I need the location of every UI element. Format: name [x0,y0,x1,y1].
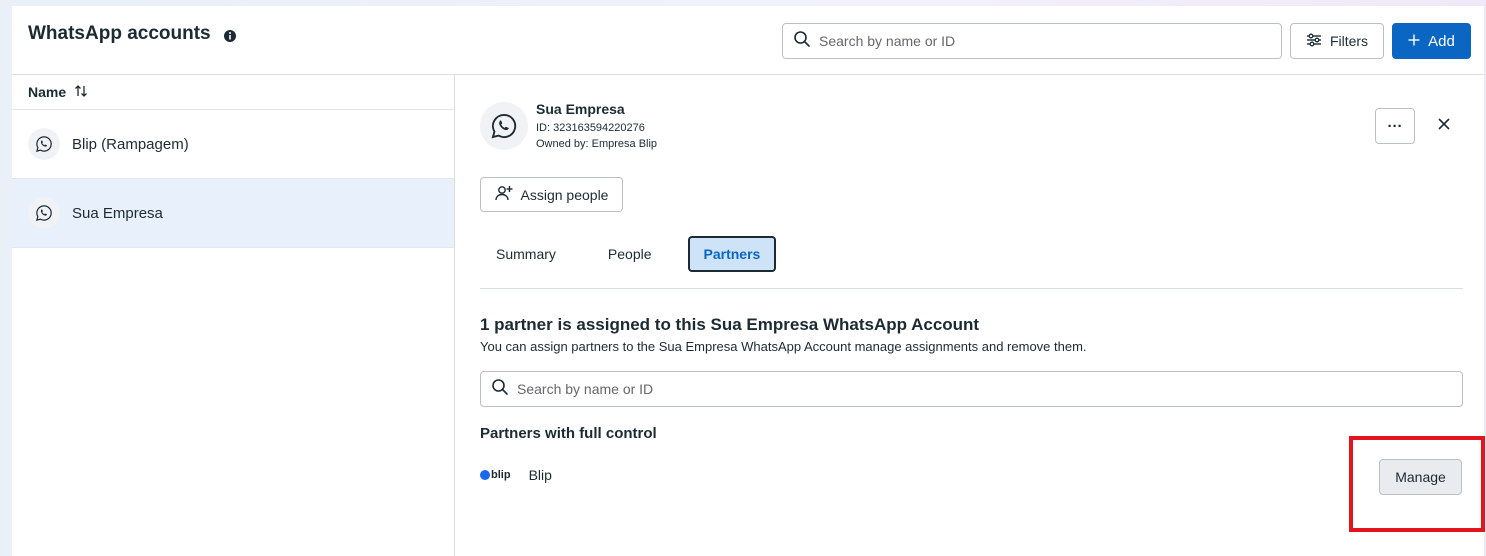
tab-partners[interactable]: Partners [687,236,777,272]
accounts-search-input[interactable] [819,33,1281,49]
partner-row: blip Blip [480,467,552,483]
account-owner: Owned by: Empresa Blip [536,138,658,150]
assign-people-label: Assign people [520,186,609,203]
name-column-label: Name [28,84,67,100]
detail-tabs: Summary People Partners [480,236,777,272]
whatsapp-icon [28,128,60,160]
add-person-icon [494,185,513,204]
account-detail-panel: Sua Empresa ID: 323163594220276 Owned by… [456,75,1484,556]
search-icon [491,378,509,401]
whatsapp-icon [28,197,60,229]
name-column-header[interactable]: Name [12,75,454,110]
list-item[interactable]: Sua Empresa [12,179,454,248]
search-icon [793,30,811,53]
app-window: WhatsApp accounts Filters Add Nam [12,6,1484,556]
close-button[interactable] [1430,111,1458,139]
page-title: WhatsApp accounts [28,23,237,45]
account-id: ID: 323163594220276 [536,122,645,134]
sort-icon[interactable] [74,84,88,101]
add-label: Add [1428,32,1455,50]
blip-logo-mark [480,470,490,480]
page-title-text: WhatsApp accounts [28,23,211,44]
partners-search-box[interactable] [480,371,1463,407]
full-control-title: Partners with full control [480,425,657,442]
tab-summary[interactable]: Summary [480,236,572,272]
filters-label: Filters [1329,33,1369,49]
assign-people-button[interactable]: Assign people [480,177,623,212]
list-item-label: Blip (Rampagem) [72,135,189,153]
close-icon [1437,117,1451,134]
plus-icon [1408,33,1420,50]
tab-people[interactable]: People [592,236,668,272]
add-button[interactable]: Add [1392,23,1471,59]
filters-icon [1306,33,1322,50]
partners-search-input[interactable] [517,381,1462,397]
partners-section-description: You can assign partners to the Sua Empre… [480,339,1087,354]
more-options-button[interactable]: ··· [1375,108,1415,144]
filters-button[interactable]: Filters [1290,23,1384,59]
tabs-divider [480,288,1463,289]
accounts-list: Name Blip (Rampagem) Sua Empresa [12,75,455,556]
list-item-label: Sua Empresa [72,204,163,222]
list-item[interactable]: Blip (Rampagem) [12,110,454,179]
whatsapp-icon [480,102,528,150]
blip-logo-text: blip [491,469,511,481]
partner-name: Blip [528,467,552,483]
page-header: WhatsApp accounts Filters Add [12,6,1484,75]
accounts-search-box[interactable] [782,23,1282,59]
info-icon[interactable] [223,27,237,42]
manage-partner-button[interactable]: Manage [1379,459,1462,495]
partners-section-title: 1 partner is assigned to this Sua Empres… [480,315,980,334]
blip-logo: blip [480,469,511,481]
account-name: Sua Empresa [536,101,625,117]
